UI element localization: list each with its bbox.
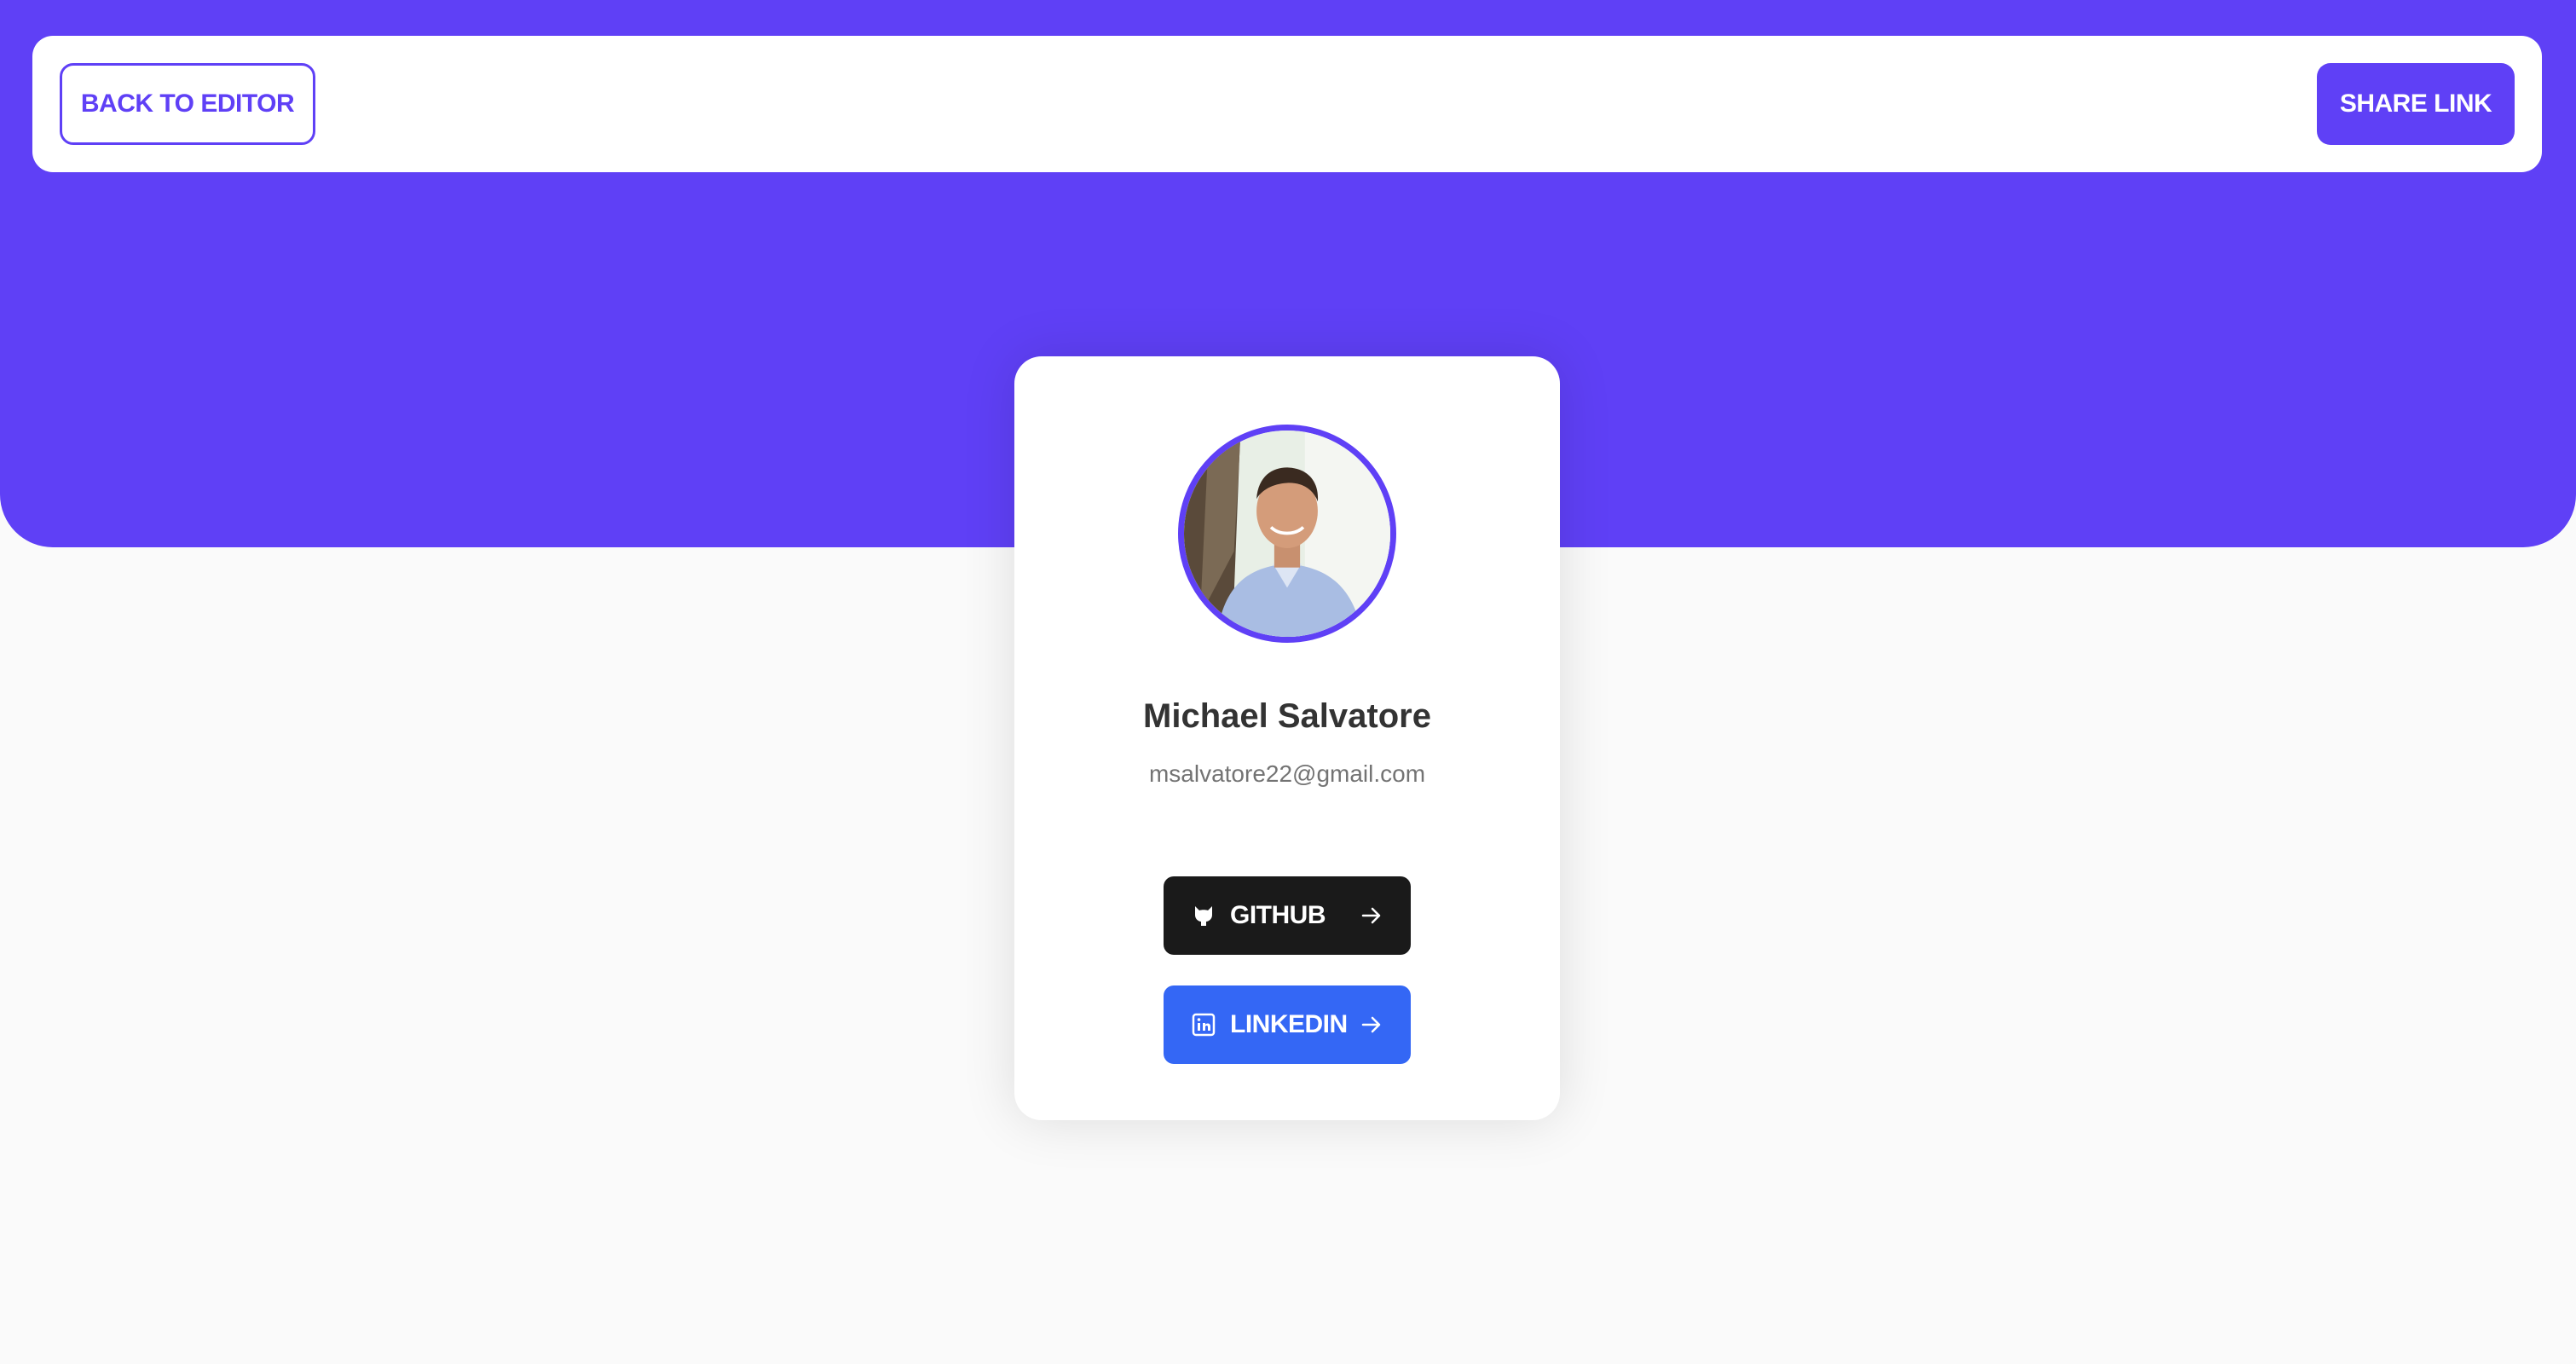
arrow-right-icon	[1360, 1013, 1383, 1037]
profile-email: msalvatore22@gmail.com	[1148, 760, 1426, 787]
avatar	[1178, 425, 1396, 643]
profile-name: Michael Salvatore	[1143, 697, 1431, 735]
linkedin-link-button[interactable]: LINKEDIN	[1164, 985, 1411, 1064]
share-link-button[interactable]: SHARE LINK	[2317, 63, 2515, 145]
profile-card: Michael Salvatore msalvatore22@gmail.com…	[1014, 356, 1560, 1120]
profile-photo	[1184, 431, 1390, 637]
github-label: GITHUB	[1230, 901, 1326, 929]
linkedin-label: LINKEDIN	[1230, 1010, 1348, 1038]
github-link-button[interactable]: GITHUB	[1164, 876, 1411, 955]
back-to-editor-button[interactable]: BACK TO EDITOR	[60, 63, 315, 145]
github-icon	[1191, 903, 1216, 928]
arrow-right-icon	[1360, 904, 1383, 928]
top-nav: BACK TO EDITOR SHARE LINK	[32, 36, 2542, 172]
linkedin-icon	[1191, 1012, 1216, 1037]
